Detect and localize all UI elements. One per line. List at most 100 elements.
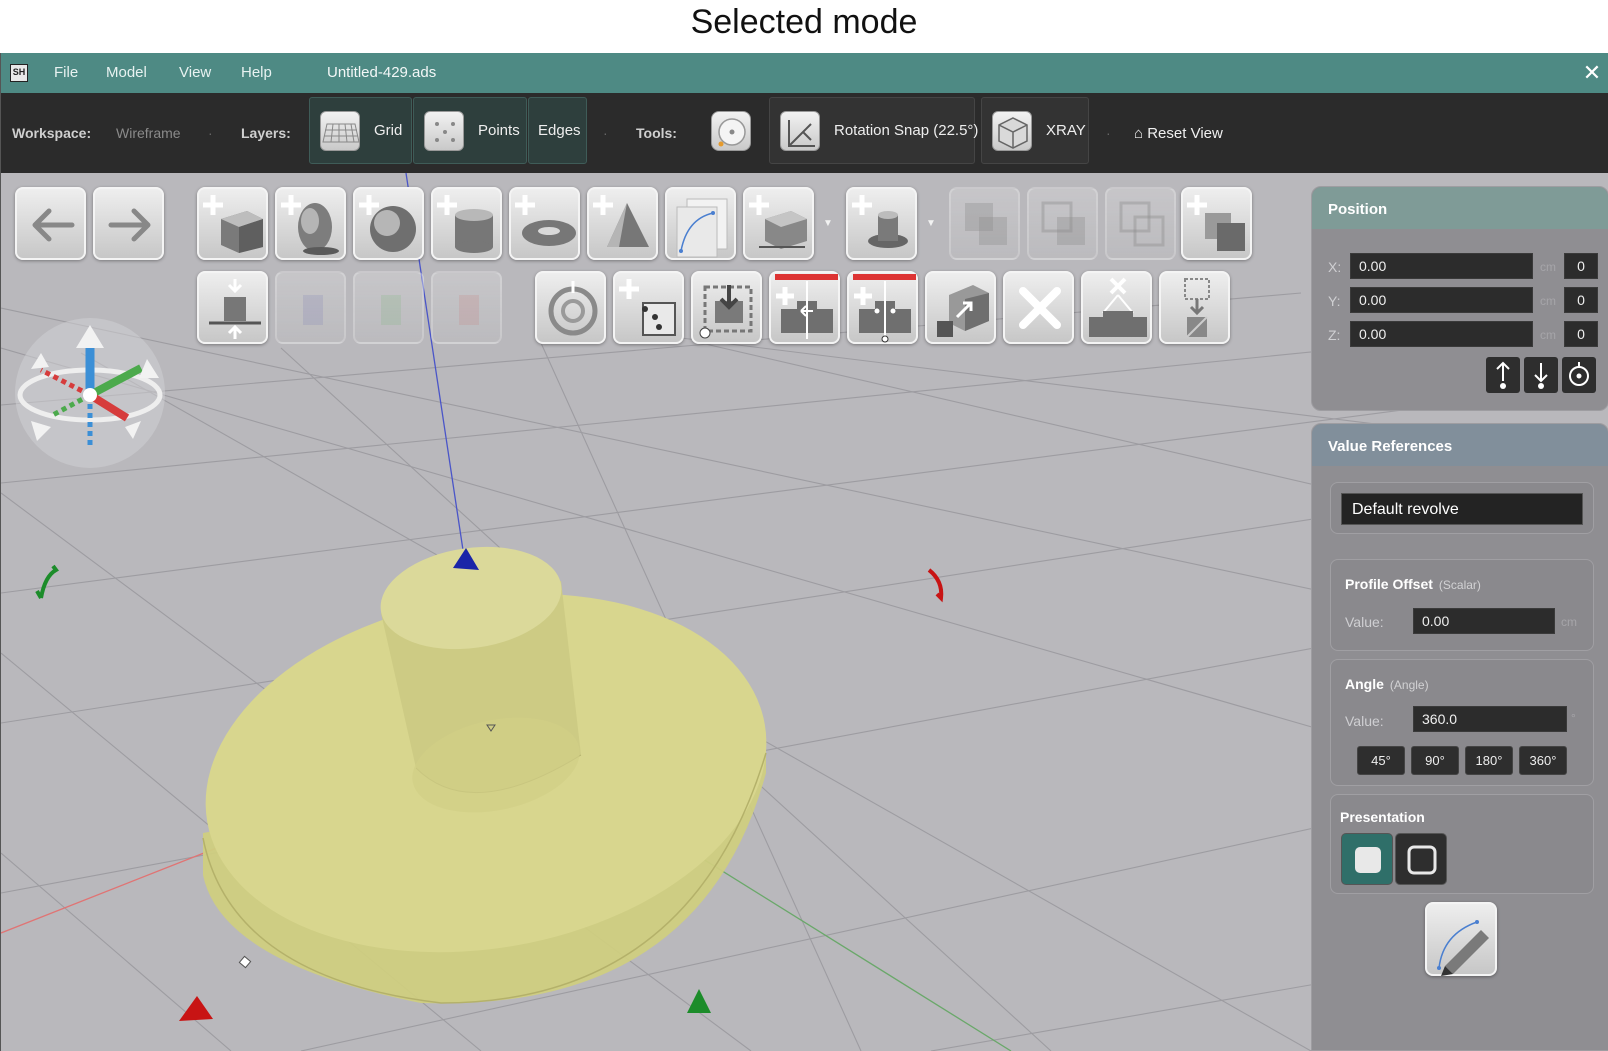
layer-points-label: Points <box>478 122 520 139</box>
boolean-intersect-button[interactable] <box>1105 187 1176 260</box>
edit-profile-sketch-button[interactable] <box>1425 902 1497 976</box>
xray-label: XRAY <box>1046 122 1086 139</box>
position-x-step-input[interactable]: 0 <box>1564 253 1598 279</box>
position-z-input[interactable]: 0.00 <box>1350 321 1533 347</box>
add-torus-button[interactable] <box>509 187 580 260</box>
layer-grid-button[interactable]: Grid <box>309 97 412 164</box>
add-box-button[interactable] <box>197 187 268 260</box>
points-icon <box>424 111 464 151</box>
workspace-value[interactable]: Wireframe <box>116 125 181 141</box>
add-cone-icon <box>593 195 649 247</box>
explode-button[interactable] <box>1081 271 1152 344</box>
center-button[interactable] <box>1562 357 1596 393</box>
split-left-button[interactable] <box>769 271 840 344</box>
add-vertices-icon <box>619 279 676 336</box>
angle-180-button[interactable]: 180° <box>1465 746 1513 775</box>
rotation-snap-label: Rotation Snap (22.5°) <box>834 122 979 139</box>
position-y-step-input[interactable]: 0 <box>1564 287 1598 313</box>
document-title: Untitled-429.ads <box>327 64 437 81</box>
add-vertices-button[interactable] <box>613 271 684 344</box>
separator-dot: · <box>603 125 608 141</box>
arrow-down-icon <box>1534 363 1548 383</box>
workspace-label: Workspace: <box>12 125 92 141</box>
xray-cube-icon <box>992 111 1032 151</box>
separator-dot: · <box>208 125 213 141</box>
boolean-union-button[interactable] <box>949 187 1020 260</box>
add-ellipsoid-button[interactable] <box>275 187 346 260</box>
import-into-button[interactable] <box>691 271 762 344</box>
add-sketch-surface-button[interactable] <box>665 187 736 260</box>
menu-view[interactable]: View <box>179 64 211 81</box>
position-y-input[interactable]: 0.00 <box>1350 287 1533 313</box>
delete-button[interactable] <box>1003 271 1074 344</box>
add-sphere-button[interactable] <box>353 187 424 260</box>
add-cylinder-icon <box>437 195 493 253</box>
pivot-tool-button[interactable] <box>703 97 761 164</box>
reset-view-button[interactable]: ⌂ Reset View <box>1134 125 1223 142</box>
presentation-title: Presentation <box>1340 809 1425 825</box>
extrude-icon <box>749 195 807 249</box>
reference-select[interactable]: Default revolve <box>1341 493 1583 525</box>
drop-to-ground-icon <box>209 279 261 339</box>
angle-45-button[interactable]: 45° <box>1357 746 1405 775</box>
align-z-button[interactable] <box>431 271 502 344</box>
align-y-button[interactable] <box>353 271 424 344</box>
group-import-button[interactable] <box>1159 271 1230 344</box>
position-z-step-input[interactable]: 0 <box>1564 321 1598 347</box>
presentation-outline-button[interactable] <box>1395 833 1447 885</box>
tools-label: Tools: <box>636 125 677 141</box>
add-cone-button[interactable] <box>587 187 658 260</box>
app-window: SH File Model View Help Untitled-429.ads… <box>0 53 1608 1051</box>
y-rotate-handle-icon <box>35 564 59 599</box>
boss-dropdown-chevron-icon[interactable]: ▼ <box>926 218 936 229</box>
position-x-input[interactable]: 0.00 <box>1350 253 1533 279</box>
move-up-button[interactable] <box>1486 357 1520 393</box>
vertex-handle-icon <box>238 955 252 969</box>
boss-icon <box>852 195 908 248</box>
reference-select-container: Default revolve <box>1330 482 1594 534</box>
position-y-unit: cm <box>1540 294 1556 308</box>
split-points-button[interactable] <box>847 271 918 344</box>
rotation-snap-button[interactable]: Rotation Snap (22.5°) <box>769 97 979 164</box>
position-y-label: Y: <box>1328 293 1341 309</box>
angle-title: Angle (Angle) <box>1345 676 1429 692</box>
add-boss-button[interactable] <box>846 187 917 260</box>
boolean-subtract-button[interactable] <box>1027 187 1098 260</box>
split-left-icon <box>775 274 838 339</box>
undo-button[interactable] <box>15 187 86 260</box>
scale-button[interactable] <box>925 271 996 344</box>
menu-help[interactable]: Help <box>241 64 272 81</box>
y-move-handle-icon <box>687 989 711 1013</box>
angle-360-button[interactable]: 360° <box>1519 746 1567 775</box>
add-extrude-button[interactable] <box>743 187 814 260</box>
position-z-label: Z: <box>1328 327 1341 343</box>
sketch-pencil-icon <box>1437 920 1489 976</box>
value-references-panel: Value References Default revolve Profile… <box>1311 423 1608 1051</box>
menu-file[interactable]: File <box>54 64 78 81</box>
revolve-icon <box>548 281 598 336</box>
close-icon[interactable]: ✕ <box>1580 60 1604 86</box>
presentation-section: Presentation <box>1330 794 1594 894</box>
angle-unit: ° <box>1571 711 1576 725</box>
align-x-button[interactable] <box>275 271 346 344</box>
group-import-icon <box>1184 278 1210 338</box>
move-down-button[interactable] <box>1524 357 1558 393</box>
rotation-snap-icon <box>780 111 820 151</box>
presentation-solid-button[interactable] <box>1341 833 1393 885</box>
duplicate-button[interactable] <box>1181 187 1252 260</box>
position-panel: Position X: 0.00 cm 0 Y: 0.00 cm 0 Z: 0.… <box>1311 186 1608 411</box>
grid-icon <box>320 111 360 151</box>
layer-edges-button[interactable]: Edges <box>528 97 587 164</box>
xray-button[interactable]: XRAY <box>981 97 1089 164</box>
revolve-button[interactable] <box>535 271 606 344</box>
split-points-icon <box>853 274 916 343</box>
extrude-dropdown-chevron-icon[interactable]: ▼ <box>823 218 833 229</box>
profile-offset-input[interactable]: 0.00 <box>1413 608 1555 634</box>
redo-button[interactable] <box>93 187 164 260</box>
angle-90-button[interactable]: 90° <box>1411 746 1459 775</box>
drop-to-ground-button[interactable] <box>197 271 268 344</box>
menu-model[interactable]: Model <box>106 64 147 81</box>
add-cylinder-button[interactable] <box>431 187 502 260</box>
angle-input[interactable]: 360.0 <box>1413 706 1567 732</box>
layer-points-button[interactable]: Points <box>413 97 527 164</box>
